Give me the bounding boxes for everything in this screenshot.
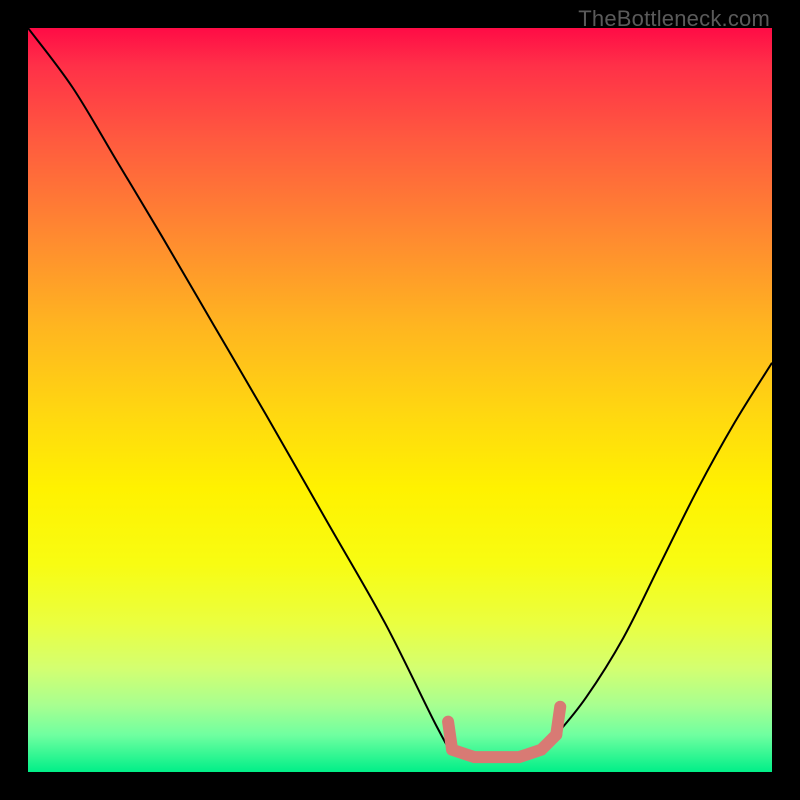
trough-band bbox=[452, 735, 556, 757]
plot-area bbox=[28, 28, 772, 772]
trough-riser bbox=[448, 722, 452, 750]
chart-svg bbox=[28, 28, 772, 772]
chart-frame: TheBottleneck.com bbox=[0, 0, 800, 800]
trough-markers bbox=[448, 707, 560, 757]
curve-line bbox=[28, 28, 772, 758]
trough-riser bbox=[556, 707, 560, 735]
